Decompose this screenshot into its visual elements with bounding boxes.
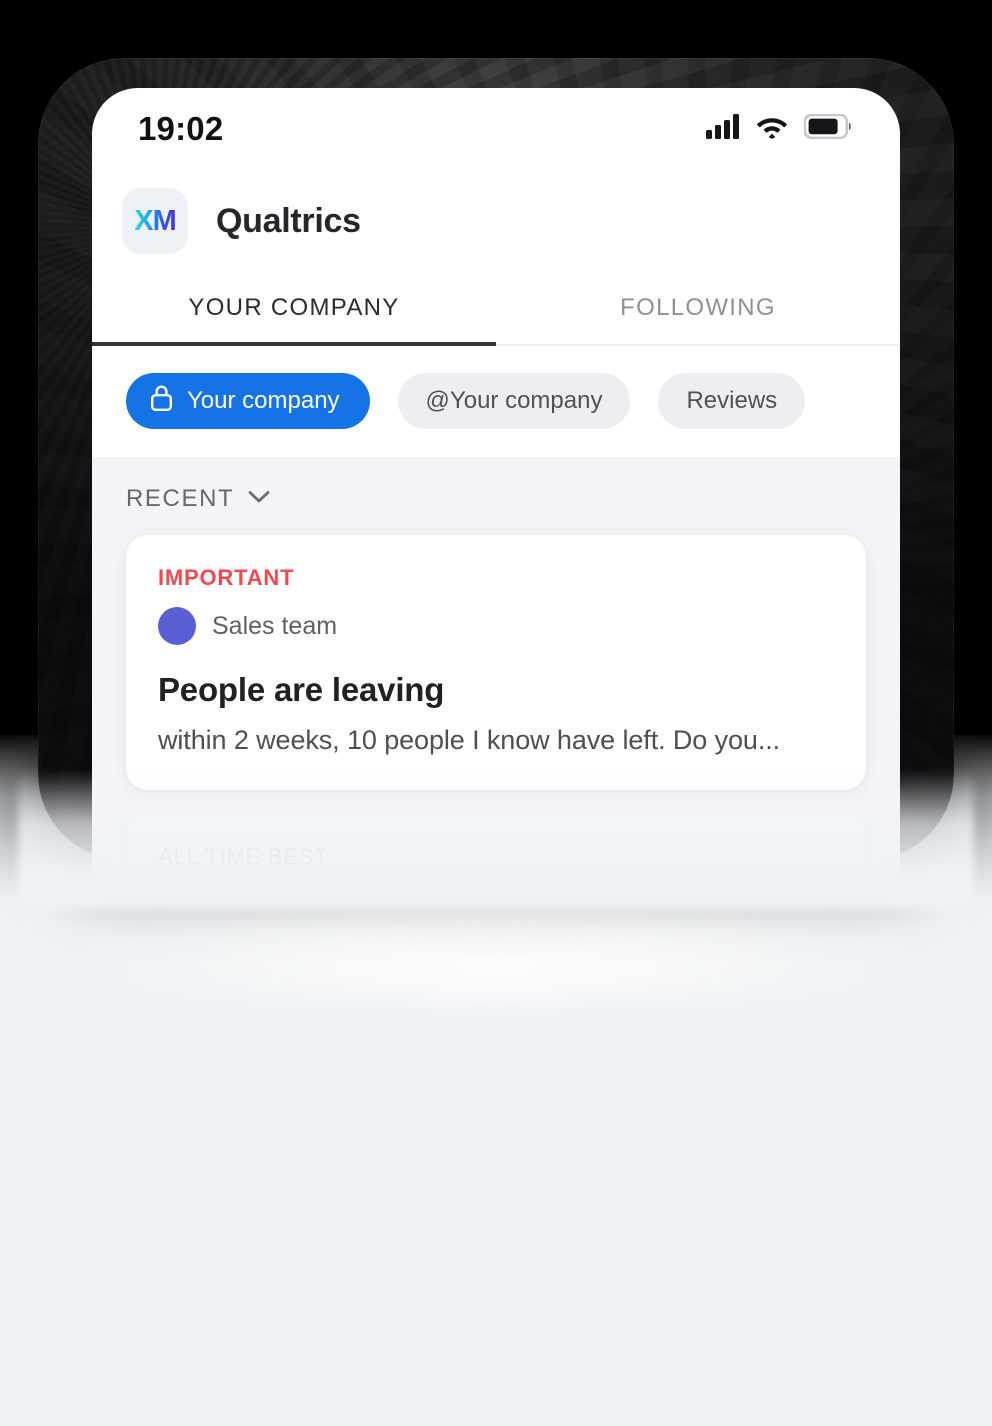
chevron-down-icon [248,490,270,509]
bezel-bottom-fade [18,770,974,910]
card-title: People are leaving [158,671,445,708]
card-kicker-badge: IMPORTANT [158,565,295,590]
tab-your-company-label: YOUR COMPANY [188,294,400,321]
wifi-icon [755,114,789,144]
feed-sort-label: RECENT [126,485,235,512]
scene: 19:02 XM Qualtrics YOUR COMPANY FOLLOWIN… [0,0,992,1426]
phone-screen: 19:02 XM Qualtrics YOUR COMPANY FOLLOWIN… [92,88,900,878]
status-bar: 19:02 [92,88,900,170]
logo-text: XM [134,204,176,237]
status-bar-clock: 19:02 [138,110,224,147]
card-excerpt: within 2 weeks, 10 people I know have le… [158,725,781,755]
chip-at-your-company[interactable]: @Your company [397,373,631,429]
feed-sort-control[interactable]: RECENT [92,457,900,535]
page-title: Qualtrics [216,201,361,240]
tab-following-label: FOLLOWING [620,294,776,321]
chip-at-your-company-label: @Your company [425,387,603,414]
qualtrics-xm-logo-icon: XM [122,188,188,254]
tab-bar: YOUR COMPANY FOLLOWING [92,276,900,346]
cellular-signal-icon [706,114,740,144]
chip-reviews[interactable]: Reviews [658,373,806,429]
chip-reviews-label: Reviews [686,387,778,414]
lock-icon [150,384,173,419]
tab-your-company[interactable]: YOUR COMPANY [92,276,496,346]
tab-following[interactable]: FOLLOWING [496,276,900,344]
card-source: Sales team [158,607,834,645]
battery-icon [803,113,852,144]
filter-chip-row: Your company @Your company Reviews [92,346,900,457]
feed-card[interactable]: IMPORTANT Sales team People are leaving … [126,535,866,790]
card-source-label: Sales team [212,611,338,640]
app-header: XM Qualtrics [92,170,900,276]
chip-your-company-label: Your company [187,387,340,414]
avatar [158,607,196,645]
status-bar-icons [706,113,852,144]
chip-your-company[interactable]: Your company [126,373,370,429]
